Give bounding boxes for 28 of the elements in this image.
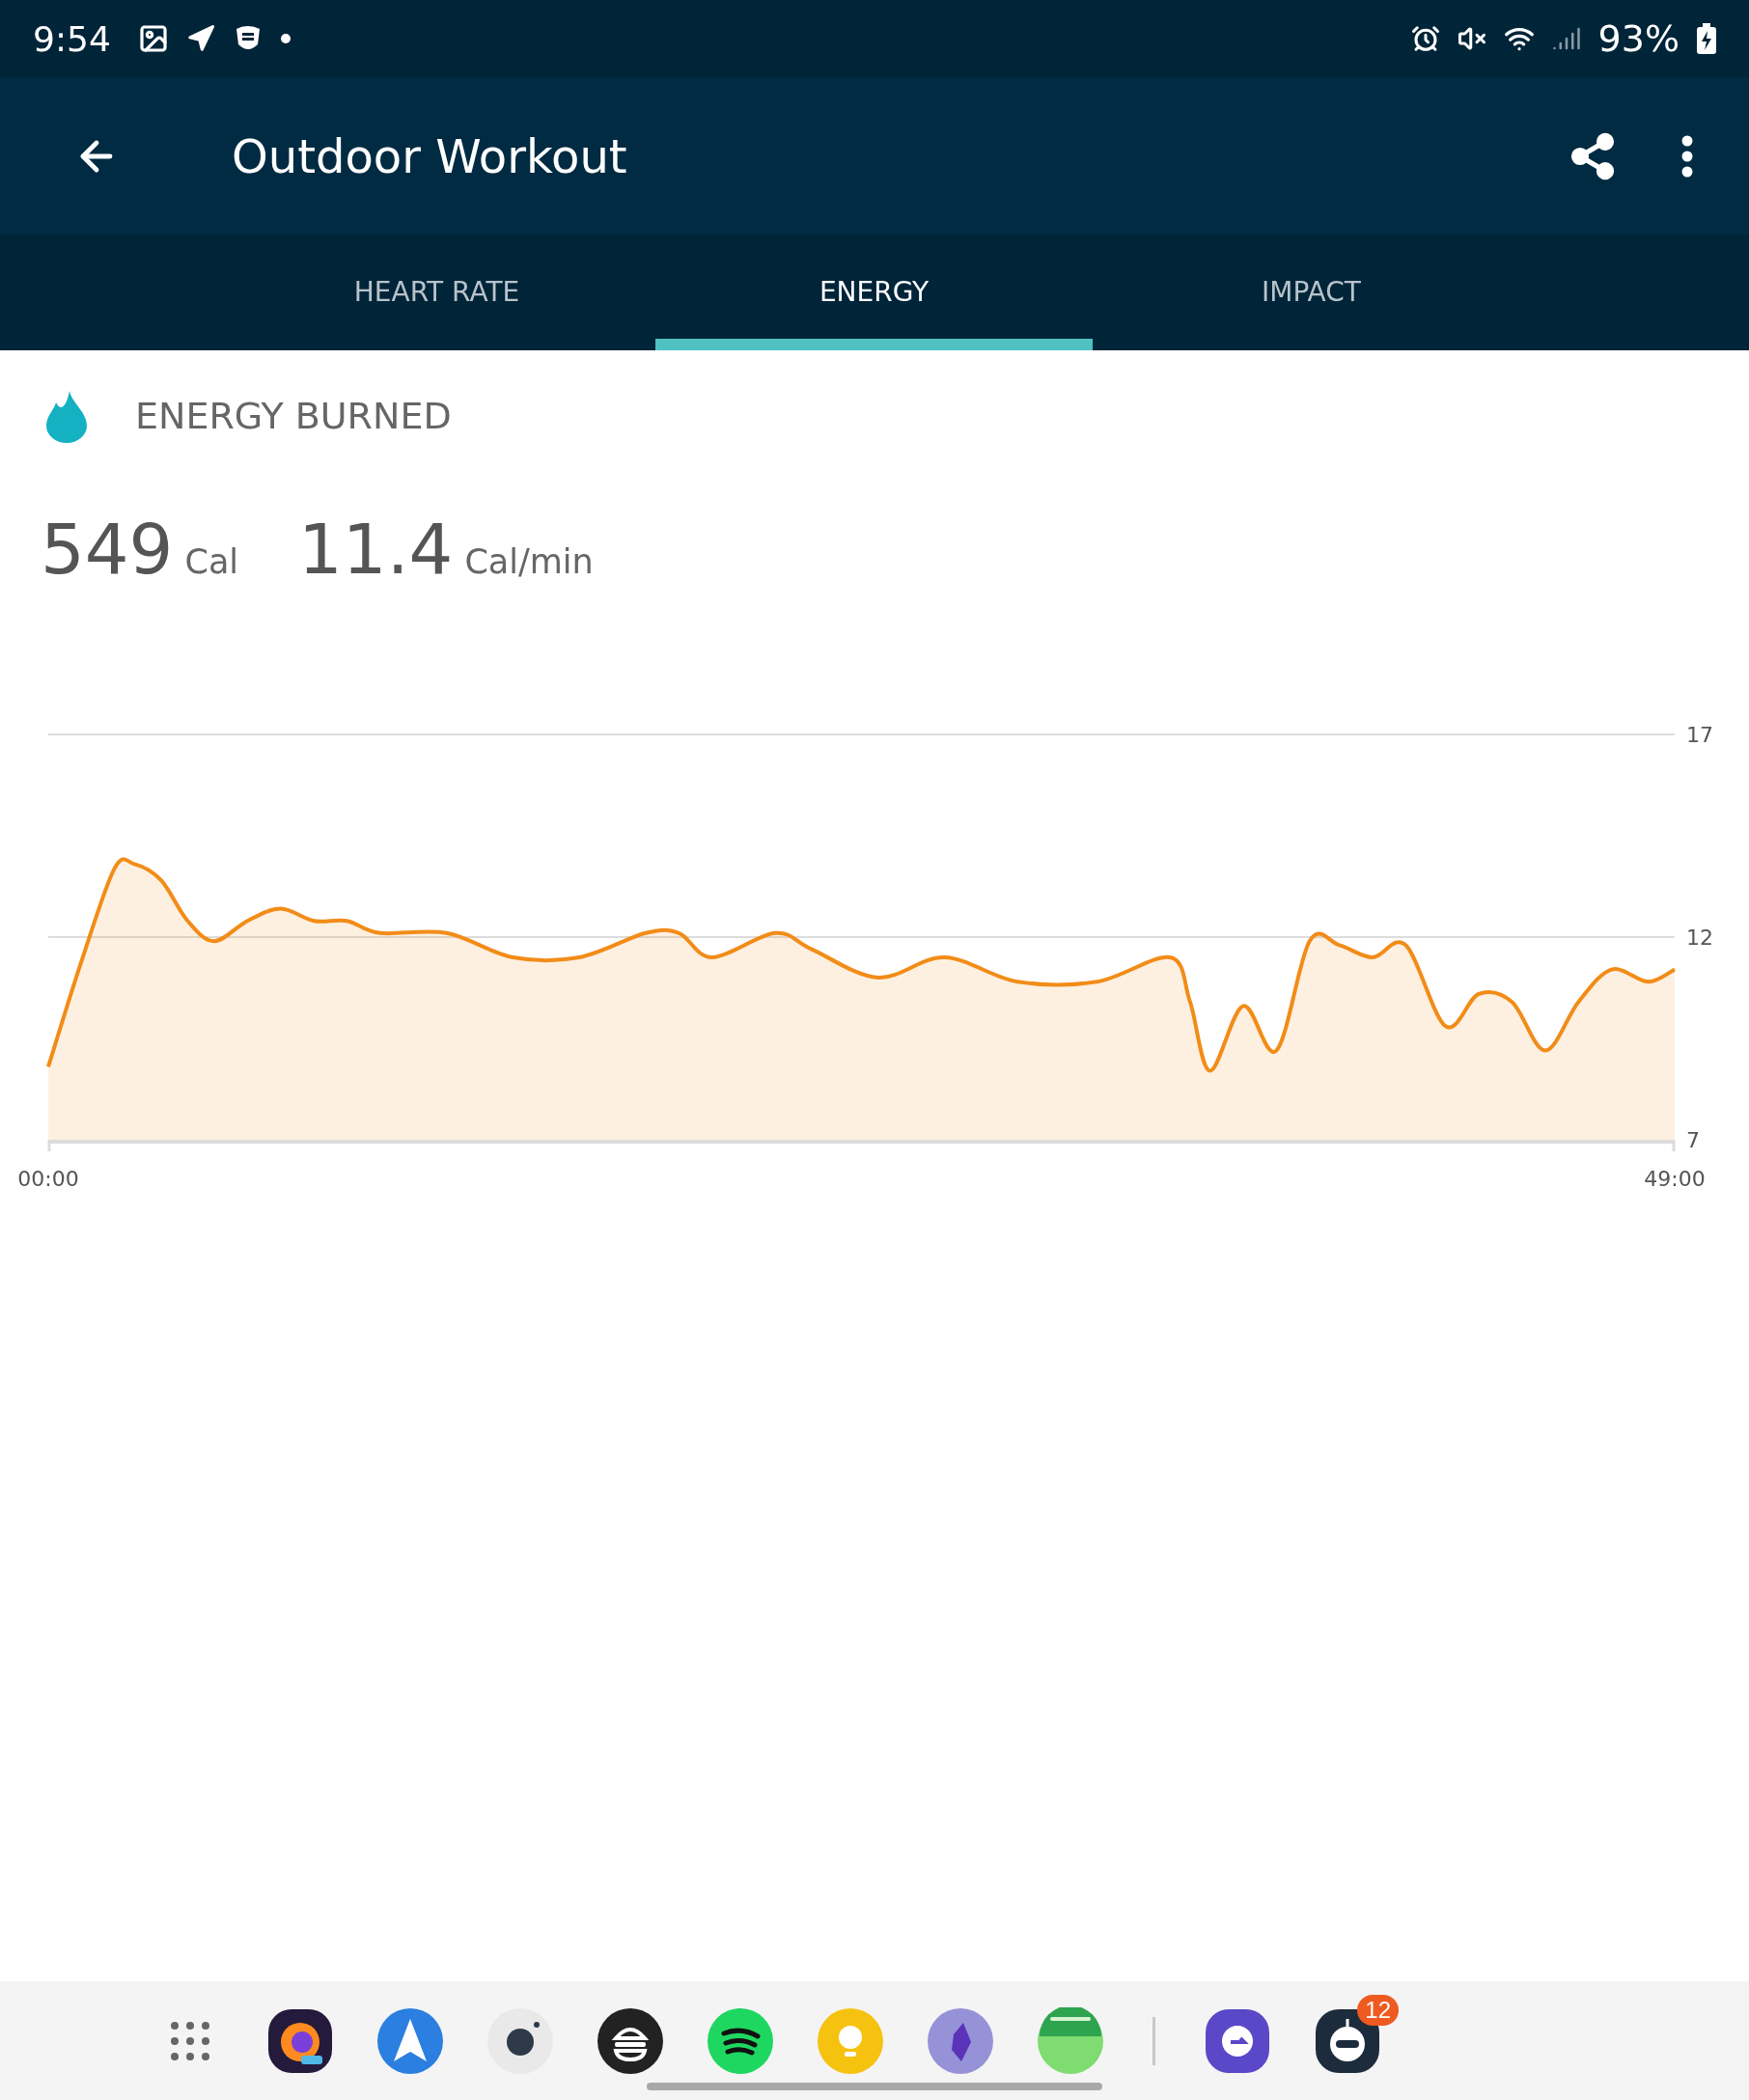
stat-value: 11.4	[298, 509, 454, 590]
y-tick-label: 7	[1686, 1128, 1700, 1152]
y-tick-label: 17	[1686, 723, 1713, 747]
y-tick-label: 12	[1686, 926, 1713, 950]
x-tick-label: 49:00	[1644, 1167, 1706, 1191]
x-tick-label: 00:00	[17, 1167, 79, 1191]
stat-unit: Cal	[184, 542, 239, 581]
gem-app-icon[interactable]	[927, 2006, 994, 2075]
screen-title: Outdoor Workout	[232, 128, 628, 183]
tab[interactable]: HEART RATE	[218, 235, 655, 350]
sound-bars-app-icon[interactable]	[707, 2006, 774, 2075]
notification-badge: 12	[1357, 1994, 1399, 2026]
paper-plane-app-icon[interactable]	[376, 2006, 444, 2075]
status-time: 9:54	[33, 18, 111, 59]
section-title: ENERGY BURNED	[135, 395, 452, 437]
tab[interactable]: ENERGY	[655, 235, 1093, 350]
camera-app-icon[interactable]	[486, 2006, 554, 2075]
stat-unit: Cal/min	[464, 542, 594, 581]
dot-icon	[280, 34, 291, 43]
navigation-icon	[185, 24, 215, 53]
burger-app-icon[interactable]	[597, 2006, 664, 2075]
battery-percent: 93%	[1597, 17, 1680, 60]
more-icon	[1681, 134, 1693, 178]
stat-value: 549	[41, 509, 174, 590]
alarm-icon	[1410, 24, 1440, 53]
image-icon	[137, 23, 169, 54]
battery-charging-icon	[1697, 23, 1716, 54]
tab[interactable]: IMPACT	[1093, 235, 1530, 350]
